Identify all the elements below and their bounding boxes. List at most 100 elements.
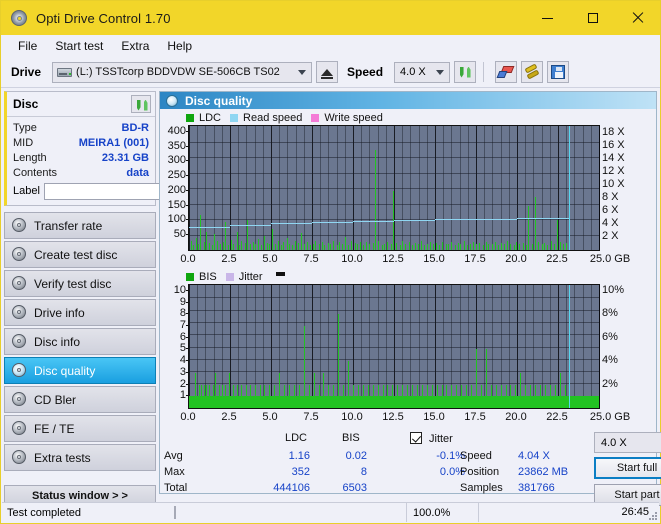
save-button[interactable]: [547, 61, 570, 83]
disc-icon: [12, 421, 27, 436]
data-bar: [253, 241, 254, 250]
disc-properties: Type BD-R MID MEIRA1 (001) Length 23.31 …: [7, 117, 214, 205]
sidebar-item-disc-info[interactable]: Disc info: [4, 328, 156, 355]
data-bar: [391, 244, 392, 250]
data-bar: [464, 241, 465, 250]
jitter-checkbox[interactable]: [410, 432, 422, 444]
close-button[interactable]: [615, 1, 660, 35]
ldc-plot-area: [188, 125, 600, 251]
sidebar-item-label: Verify test disc: [34, 276, 112, 291]
data-bar: [292, 244, 293, 250]
grid-line-horizontal: [189, 297, 599, 299]
grid-line-horizontal: [189, 157, 599, 158]
stats-avg-bis: 0.02: [345, 450, 367, 462]
tools-button[interactable]: [521, 61, 544, 83]
test-speed-select[interactable]: 4.0 X: [594, 432, 661, 453]
data-bar: [328, 384, 329, 408]
maximize-icon: [587, 13, 598, 23]
refresh-button[interactable]: [454, 61, 477, 83]
grid-line-horizontal: [189, 309, 599, 311]
disc-refresh-button[interactable]: [131, 95, 151, 113]
sidebar-item-drive-info[interactable]: Drive info: [4, 299, 156, 326]
drive-select[interactable]: (L:) TSSTcorp BDDVDW SE-506CB TS02: [52, 61, 313, 83]
save-icon: [551, 65, 566, 79]
maximize-button[interactable]: [570, 1, 615, 35]
data-bar: [366, 242, 367, 250]
sidebar-item-fe-te[interactable]: FE / TE: [4, 415, 156, 442]
grid-line-horizontal: [189, 172, 599, 174]
drive-label: Drive: [11, 65, 42, 79]
data-bar: [442, 384, 443, 408]
data-bar: [333, 240, 334, 250]
grid-line-horizontal: [189, 234, 599, 236]
data-bar: [260, 384, 261, 408]
sidebar-item-transfer-rate[interactable]: Transfer rate: [4, 212, 156, 239]
disc-mid-value: MEIRA1 (001): [78, 136, 149, 149]
data-bar: [204, 241, 205, 250]
eject-button[interactable]: [316, 61, 339, 83]
grid-line-horizontal: [189, 203, 599, 205]
speed-select-value: 4.0 X: [400, 66, 426, 78]
data-bar: [217, 241, 218, 250]
sidebar-item-label: FE / TE: [34, 421, 75, 436]
toolbar: Drive (L:) TSSTcorp BDDVDW SE-506CB TS02…: [1, 57, 660, 88]
main-panel: Disc quality LDC Read speed Write speed …: [159, 91, 661, 506]
data-bar: [451, 384, 452, 408]
menu-start-test[interactable]: Start test: [46, 37, 112, 55]
x-axis-tick: 15.0: [423, 253, 445, 265]
data-bar: [397, 384, 398, 408]
resize-grip-icon[interactable]: [647, 510, 657, 520]
menu-file[interactable]: File: [9, 37, 46, 55]
data-bar: [267, 242, 268, 250]
data-bar: [383, 384, 384, 408]
erase-button[interactable]: [495, 61, 518, 83]
data-bar: [231, 239, 232, 250]
data-bar: [264, 384, 265, 408]
ldc-chart: 400 350 300 250 200 150 100 50 18 X 16 X 14 X 12 X…: [160, 125, 656, 268]
chevron-down-icon: [436, 70, 445, 75]
data-bar: [510, 384, 511, 408]
data-bar: [506, 384, 507, 408]
minimize-button[interactable]: [525, 1, 570, 35]
legend-swatch-bis: [186, 272, 194, 281]
data-bar: [233, 384, 234, 408]
x-axis-tick: 5.0: [262, 253, 278, 265]
close-icon: [632, 12, 644, 24]
sidebar-item-verify-test-disc[interactable]: Verify test disc: [4, 270, 156, 297]
data-bar: [250, 244, 251, 250]
menu-help[interactable]: Help: [158, 37, 201, 55]
start-full-button[interactable]: Start full: [594, 457, 661, 479]
stats-avg-jitter: -0.1%: [436, 450, 465, 462]
data-bar: [233, 243, 234, 250]
data-bar: [496, 384, 497, 408]
data-bar: [470, 243, 471, 250]
legend-label-jitter: Jitter: [238, 270, 263, 283]
y2-axis-tick: 2%: [602, 377, 618, 390]
sidebar-item-cd-bler[interactable]: CD Bler: [4, 386, 156, 413]
data-bar: [215, 372, 216, 408]
data-bar: [439, 244, 440, 250]
sidebar-item-disc-quality[interactable]: Disc quality: [4, 357, 156, 384]
data-bar: [222, 384, 223, 408]
data-bar: [542, 244, 543, 250]
speed-select[interactable]: 4.0 X: [394, 61, 451, 83]
y2-axis-tick: 4 X: [602, 216, 619, 229]
disc-icon: [12, 392, 27, 407]
data-bar: [378, 241, 379, 250]
sidebar-item-create-test-disc[interactable]: Create test disc: [4, 241, 156, 268]
disc-icon: [12, 305, 27, 320]
sidebar-item-extra-tests[interactable]: Extra tests: [4, 444, 156, 471]
menu-extra[interactable]: Extra: [112, 37, 158, 55]
data-bar: [283, 242, 284, 250]
data-bar: [322, 241, 323, 250]
bis-plot-area: [188, 284, 600, 409]
disc-panel-header: Disc: [7, 92, 155, 117]
data-bar: [339, 242, 340, 250]
data-bar: [261, 244, 262, 250]
read-speed-line: [517, 218, 558, 220]
read-speed-line: [189, 226, 230, 228]
legend-swatch-write-speed: [311, 113, 320, 122]
data-bar: [220, 244, 221, 250]
data-bar: [304, 326, 305, 408]
data-bar: [407, 384, 408, 408]
